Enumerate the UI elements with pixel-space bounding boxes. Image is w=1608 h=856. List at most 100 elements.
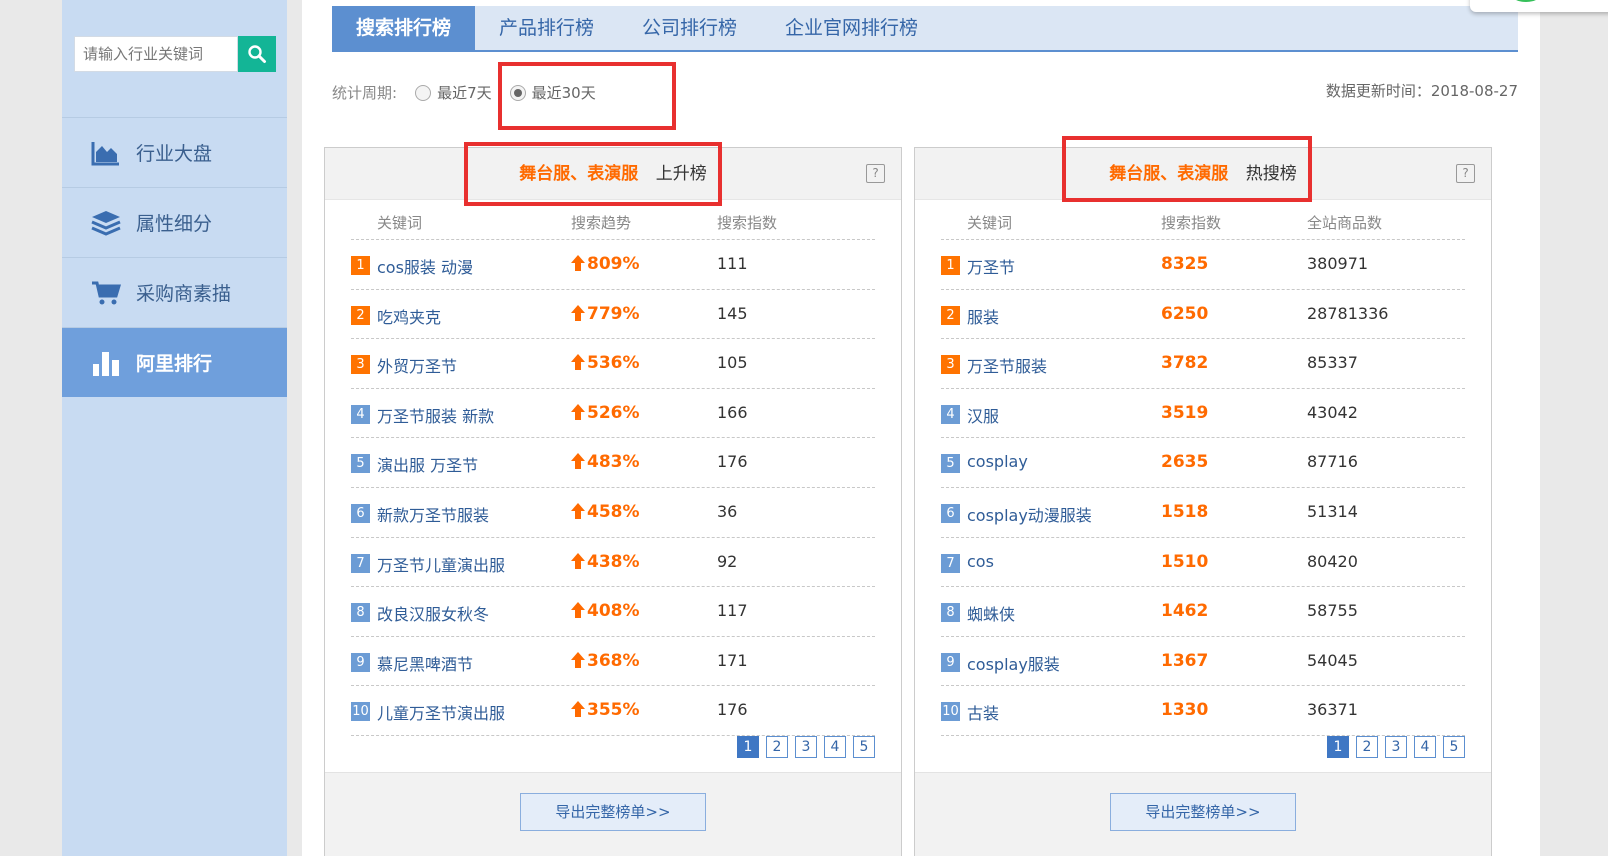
page-button[interactable]: 2 <box>766 736 788 758</box>
column-trend: 搜索趋势 <box>571 214 632 232</box>
tab-product-ranking[interactable]: 产品排行榜 <box>475 6 618 50</box>
period-7-days-radio[interactable]: 最近7天 <box>415 82 492 103</box>
radio-button-icon <box>415 84 432 101</box>
keyword-link[interactable]: 服装 <box>967 304 999 328</box>
search-index: 166 <box>717 402 748 422</box>
page-button[interactable]: 4 <box>1414 736 1436 758</box>
table-row[interactable]: 5 演出服 万圣节 483% 176 <box>351 438 875 488</box>
table-row[interactable]: 10 儿童万圣节演出服 355% 176 <box>351 686 875 736</box>
product-count: 85337 <box>1307 353 1358 373</box>
corner-popup <box>1470 0 1608 12</box>
search-index: 1330 <box>1161 700 1209 721</box>
trend-value: 458% <box>587 501 640 522</box>
table-row[interactable]: 7 cos 1510 80420 <box>941 538 1465 588</box>
help-icon[interactable]: ? <box>866 164 885 183</box>
export-full-list-button[interactable]: 导出完整榜单>> <box>520 793 706 831</box>
arrow-up-icon <box>571 403 585 420</box>
keyword-link[interactable]: cosplay动漫服装 <box>967 502 1092 526</box>
table-row[interactable]: 2 吃鸡夹克 779% 145 <box>351 290 875 340</box>
help-icon[interactable]: ? <box>1456 164 1475 183</box>
table-row[interactable]: 8 蜘蛛侠 1462 58755 <box>941 587 1465 637</box>
table-row[interactable]: 4 汉服 3519 43042 <box>941 389 1465 439</box>
sidebar-item-industry-overview[interactable]: 行业大盘 <box>62 117 287 187</box>
search-index: 176 <box>717 700 748 720</box>
table-row[interactable]: 5 cosplay 2635 87716 <box>941 438 1465 488</box>
page-button[interactable]: 1 <box>1327 736 1349 758</box>
highlight-box <box>464 142 722 206</box>
table-row[interactable]: 9 cosplay服装 1367 54045 <box>941 637 1465 687</box>
table-row[interactable]: 3 外贸万圣节 536% 105 <box>351 339 875 389</box>
sidebar-item-ali-ranking[interactable]: 阿里排行 <box>62 327 287 397</box>
keyword-link[interactable]: cos <box>967 552 994 571</box>
keyword-link[interactable]: 万圣节服装 <box>967 353 1047 377</box>
keyword-link[interactable]: cosplay服装 <box>967 651 1060 675</box>
page-button[interactable]: 2 <box>1356 736 1378 758</box>
keyword-link[interactable]: 儿童万圣节演出服 <box>377 700 505 724</box>
table-row[interactable]: 10 古装 1330 36371 <box>941 686 1465 736</box>
keyword-link[interactable]: 万圣节儿童演出服 <box>377 552 505 576</box>
keyword-link[interactable]: 汉服 <box>967 403 999 427</box>
keyword-link[interactable]: 蜘蛛侠 <box>967 601 1015 625</box>
hot-search-ranking-panel: 舞台服、表演服 热搜榜 ? 关键词 搜索指数 全站商品数 1 万圣节 8325 380… <box>914 147 1492 856</box>
keyword-link[interactable]: 古装 <box>967 700 999 724</box>
page-button[interactable]: 4 <box>824 736 846 758</box>
table-row[interactable]: 1 万圣节 8325 380971 <box>941 240 1465 290</box>
table-row[interactable]: 9 慕尼黑啤酒节 368% 171 <box>351 637 875 687</box>
trend-value: 779% <box>587 303 640 324</box>
pagination: 12345 <box>730 736 875 758</box>
sidebar-item-label: 行业大盘 <box>136 143 213 165</box>
table-row[interactable]: 6 新款万圣节服装 458% 36 <box>351 488 875 538</box>
page-button[interactable]: 3 <box>1385 736 1407 758</box>
search-button[interactable] <box>238 36 276 72</box>
trend-value: 483% <box>587 452 640 473</box>
search-index: 3782 <box>1161 353 1209 374</box>
rank-badge: 1 <box>941 256 960 275</box>
page-button[interactable]: 1 <box>737 736 759 758</box>
tab-website-ranking[interactable]: 企业官网排行榜 <box>761 6 942 50</box>
keyword-link[interactable]: 外贸万圣节 <box>377 353 457 377</box>
tab-company-ranking[interactable]: 公司排行榜 <box>618 6 761 50</box>
search-index: 1510 <box>1161 551 1209 572</box>
industry-search-input[interactable] <box>74 36 238 72</box>
sidebar: 行业大盘 属性细分 采购商素描 阿里排行 <box>62 0 287 856</box>
search-trend: 355% <box>571 700 640 720</box>
keyword-link[interactable]: 吃鸡夹克 <box>377 304 441 328</box>
keyword-link[interactable]: 演出服 万圣节 <box>377 452 478 476</box>
arrow-up-icon <box>571 453 585 470</box>
page-button[interactable]: 5 <box>853 736 875 758</box>
main-content: 搜索排行榜 产品排行榜 公司排行榜 企业官网排行榜 统计周期: 最近7天 最近3… <box>302 0 1540 856</box>
table-row[interactable]: 1 cos服装 动漫 809% 111 <box>351 240 875 290</box>
table-row[interactable]: 6 cosplay动漫服装 1518 51314 <box>941 488 1465 538</box>
table-row[interactable]: 3 万圣节服装 3782 85337 <box>941 339 1465 389</box>
shopping-cart-icon <box>90 277 122 309</box>
rank-badge: 6 <box>941 503 960 523</box>
keyword-link[interactable]: 新款万圣节服装 <box>377 502 489 526</box>
rank-badge: 4 <box>351 404 370 424</box>
keyword-link[interactable]: cos服装 动漫 <box>377 254 473 278</box>
rank-badge: 3 <box>351 355 370 375</box>
search-index: 2635 <box>1161 452 1209 473</box>
search-trend: 458% <box>571 502 640 522</box>
keyword-link[interactable]: 慕尼黑啤酒节 <box>377 651 473 675</box>
page-button[interactable]: 5 <box>1443 736 1465 758</box>
sidebar-nav: 行业大盘 属性细分 采购商素描 阿里排行 <box>62 117 287 397</box>
page-button[interactable]: 3 <box>795 736 817 758</box>
keyword-link[interactable]: 万圣节服装 新款 <box>377 403 494 427</box>
table-row[interactable]: 8 改良汉服女秋冬 408% 117 <box>351 587 875 637</box>
table-row[interactable]: 4 万圣节服装 新款 526% 166 <box>351 389 875 439</box>
product-count: 380971 <box>1307 254 1369 273</box>
sidebar-item-attribute-breakdown[interactable]: 属性细分 <box>62 187 287 257</box>
export-full-list-button[interactable]: 导出完整榜单>> <box>1110 793 1296 831</box>
table-row[interactable]: 2 服装 6250 28781336 <box>941 290 1465 340</box>
tab-search-ranking[interactable]: 搜索排行榜 <box>332 6 476 50</box>
keyword-link[interactable]: 改良汉服女秋冬 <box>377 601 489 625</box>
sidebar-item-buyer-profile[interactable]: 采购商素描 <box>62 257 287 327</box>
search-index: 105 <box>717 353 748 373</box>
table-row[interactable]: 7 万圣节儿童演出服 438% 92 <box>351 538 875 588</box>
trend-value: 408% <box>587 601 640 622</box>
keyword-link[interactable]: 万圣节 <box>967 254 1015 278</box>
trend-value: 368% <box>587 650 640 671</box>
highlight-box <box>1062 136 1312 202</box>
product-count: 54045 <box>1307 650 1358 670</box>
keyword-link[interactable]: cosplay <box>967 452 1028 471</box>
